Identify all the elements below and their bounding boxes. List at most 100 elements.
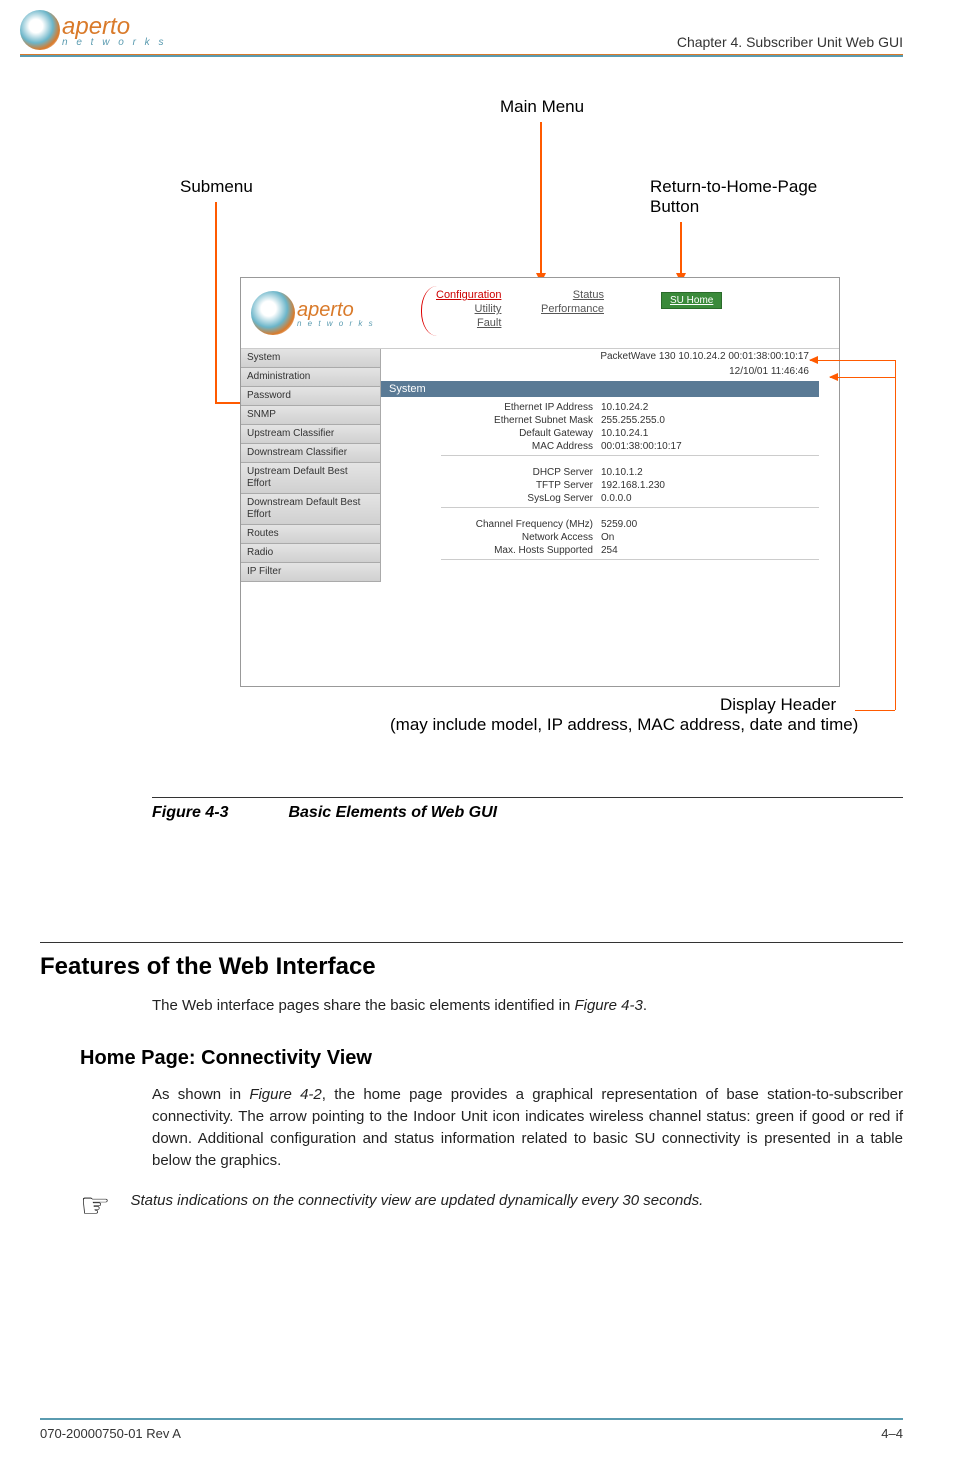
header-rule-blue [20, 55, 903, 57]
kv-row: Max. Hosts Supported254 [381, 544, 839, 557]
su-home-button[interactable]: SU Home [661, 292, 722, 309]
sidebar-item[interactable]: IP Filter [241, 563, 381, 582]
figure-number: Figure 4-3 [152, 804, 228, 821]
gui-content: PacketWave 130 10.10.24.2 00:01:38:00:10… [381, 349, 839, 688]
p2-figref: Figure 4-2 [249, 1086, 321, 1103]
section-title: System [381, 381, 819, 397]
gui-brand: aperto [297, 299, 354, 321]
dh-line2 [830, 377, 895, 378]
kv-label: Network Access [381, 532, 601, 543]
arrow-main-menu [540, 122, 542, 282]
kv-row: Ethernet Subnet Mask255.255.255.0 [381, 414, 839, 427]
dh-bottom-h [855, 710, 895, 711]
kv-label: DHCP Server [381, 467, 601, 478]
p2a: As shown in [152, 1086, 249, 1103]
menu-fault[interactable]: Fault [436, 316, 501, 330]
kv-row: Network AccessOn [381, 531, 839, 544]
sidebar-item[interactable]: Radio [241, 544, 381, 563]
heading-home-page: Home Page: Connectivity View [80, 1047, 953, 1070]
arrow-submenu-v [215, 202, 217, 402]
kv-value: 192.168.1.230 [601, 480, 665, 491]
kv-label: MAC Address [381, 441, 601, 452]
figure-caption: Figure 4-3 Basic Elements of Web GUI [152, 804, 953, 822]
sidebar-item[interactable]: System [241, 349, 381, 368]
footer-row: 070-20000750-01 Rev A 4–4 [40, 1426, 903, 1441]
brand-sub: n e t w o r k s [62, 37, 166, 48]
kv-value: 10.10.24.1 [601, 428, 648, 439]
kv-label: Channel Frequency (MHz) [381, 519, 601, 530]
sidebar-item[interactable]: Password [241, 387, 381, 406]
sidebar-item[interactable]: Upstream Classifier [241, 425, 381, 444]
kv-label: SysLog Server [381, 493, 601, 504]
dh-line1 [810, 360, 895, 361]
kv-row: MAC Address00:01:38:00:10:17 [381, 440, 839, 453]
para-1: The Web interface pages share the basic … [152, 995, 903, 1017]
pointing-hand-icon: ☞ [80, 1192, 110, 1222]
footer-left: 070-20000750-01 Rev A [40, 1426, 181, 1441]
kv-label: Default Gateway [381, 428, 601, 439]
chapter-label: Chapter 4. Subscriber Unit Web GUI [677, 34, 903, 50]
logo-text: aperto n e t w o r k s [62, 13, 166, 48]
page-footer: 070-20000750-01 Rev A 4–4 [0, 1418, 953, 1441]
kv-value: 10.10.24.2 [601, 402, 648, 413]
footer-right: 4–4 [881, 1426, 903, 1441]
figure-rule [152, 797, 903, 798]
divider [441, 455, 819, 456]
sidebar-item[interactable]: Administration [241, 368, 381, 387]
callout-main-menu: Main Menu [500, 97, 584, 117]
kv-label: Ethernet IP Address [381, 402, 601, 413]
sidebar-item[interactable]: Routes [241, 525, 381, 544]
sidebar-item[interactable]: SNMP [241, 406, 381, 425]
info-line-1: PacketWave 130 10.10.24.2 00:01:38:00:10… [381, 349, 839, 364]
kv-row: TFTP Server192.168.1.230 [381, 479, 839, 492]
callout-return-home: Return-to-Home-Page Button [650, 177, 850, 217]
kv-label: TFTP Server [381, 480, 601, 491]
gui-topbar: aperto n e t w o r k s Configuration Uti… [241, 278, 839, 348]
gui-sidebar: System Administration Password SNMP Upst… [241, 349, 381, 688]
red-arc-icon [421, 286, 437, 336]
sidebar-item[interactable]: Upstream Default Best Effort [241, 463, 381, 494]
menu-configuration[interactable]: Configuration [436, 288, 501, 302]
kv-label: Max. Hosts Supported [381, 545, 601, 556]
kv-value: 254 [601, 545, 618, 556]
para-2: As shown in Figure 4-2, the home page pr… [152, 1084, 903, 1172]
kv-row: SysLog Server0.0.0.0 [381, 492, 839, 505]
gui-logo-text: aperto n e t w o r k s [297, 299, 375, 328]
kv-row: Default Gateway10.10.24.1 [381, 427, 839, 440]
menu-status[interactable]: Status [541, 288, 604, 302]
info-line-2: 12/10/01 11:46:46 [381, 364, 839, 379]
kv-row: Channel Frequency (MHz)5259.00 [381, 518, 839, 531]
page-header: aperto n e t w o r k s Chapter 4. Subscr… [0, 0, 953, 50]
kv-row: Ethernet IP Address10.10.24.2 [381, 401, 839, 414]
p1-figref: Figure 4-3 [574, 997, 642, 1014]
kv-row: DHCP Server10.10.1.2 [381, 466, 839, 479]
menu-performance[interactable]: Performance [541, 302, 604, 316]
p1b: . [643, 997, 647, 1014]
dh-vline [895, 360, 896, 710]
menu-group-1: Configuration Utility Fault [436, 288, 501, 330]
kv-value: 10.10.1.2 [601, 467, 643, 478]
callout-display-header-title: Display Header [720, 695, 836, 715]
divider [441, 507, 819, 508]
callout-submenu: Submenu [180, 177, 253, 197]
footer-rule [40, 1418, 903, 1420]
logo: aperto n e t w o r k s [20, 10, 166, 50]
sidebar-item[interactable]: Downstream Classifier [241, 444, 381, 463]
callout-display-header-sub: (may include model, IP address, MAC addr… [390, 715, 858, 735]
sidebar-item[interactable]: Downstream Default Best Effort [241, 494, 381, 525]
figure-area: Main Menu Submenu Return-to-Home-Page Bu… [40, 97, 903, 797]
kv-value: On [601, 532, 614, 543]
menu-utility[interactable]: Utility [436, 302, 501, 316]
note-text: Status indications on the connectivity v… [130, 1192, 703, 1209]
section-rule [40, 942, 903, 943]
p1a: The Web interface pages share the basic … [152, 997, 574, 1014]
gui-logo-swirl-icon [251, 291, 295, 335]
kv-value: 0.0.0.0 [601, 493, 632, 504]
logo-swirl-icon [20, 10, 60, 50]
figure-title: Basic Elements of Web GUI [288, 804, 497, 821]
gui-body: System Administration Password SNMP Upst… [241, 348, 839, 688]
heading-features: Features of the Web Interface [40, 953, 953, 981]
menu-group-2: Status Performance [541, 288, 604, 316]
kv-value: 5259.00 [601, 519, 637, 530]
kv-value: 00:01:38:00:10:17 [601, 441, 682, 452]
